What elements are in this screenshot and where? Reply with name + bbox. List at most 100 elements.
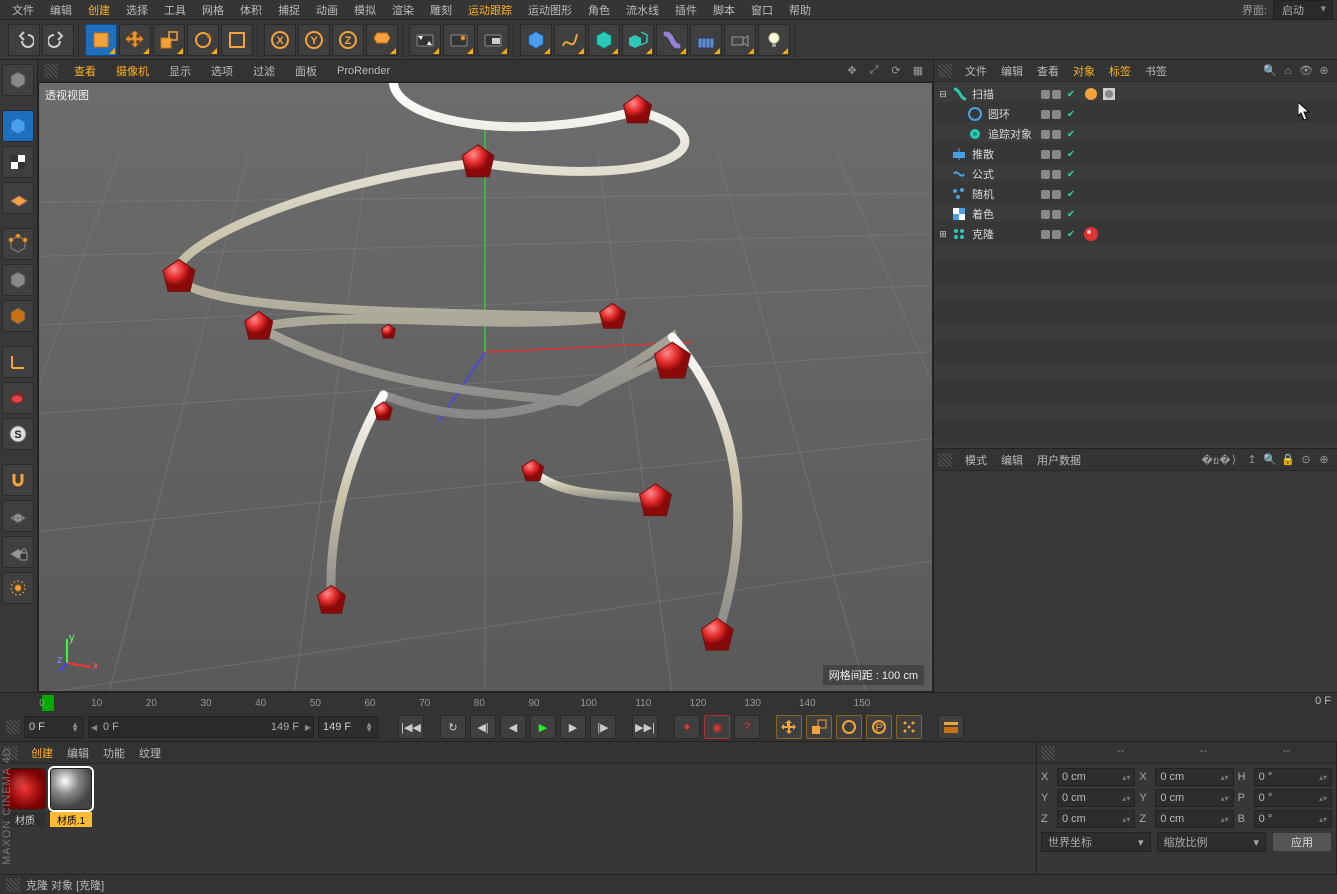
edge-mode[interactable] [2,264,34,296]
range-slider[interactable]: 0 F149 F [88,716,314,738]
tweak-mode[interactable] [2,382,34,414]
vp-nav-pan-icon[interactable]: ✥ [844,63,860,79]
soft-select[interactable] [2,572,34,604]
keyframe-help-button[interactable]: ? [734,715,760,739]
menu-file[interactable]: 文件 [4,2,42,18]
add-camera[interactable] [724,24,756,56]
vp-menu-panel[interactable]: 面板 [287,63,325,79]
sky-tag[interactable] [1101,86,1117,102]
prev-key-button[interactable]: ◀| [470,715,496,739]
visibility-dots[interactable] [1033,110,1065,119]
add-light[interactable] [758,24,790,56]
expand-icon[interactable]: ⊕ [1316,452,1332,468]
object-name[interactable]: 追踪对象 [986,126,1033,142]
menu-mtrack[interactable]: 运动跟踪 [460,2,520,18]
menu-tools[interactable]: 工具 [156,2,194,18]
menu-sim[interactable]: 模拟 [346,2,384,18]
rot-field[interactable]: 0 °▴▾ [1254,768,1332,786]
menu-window[interactable]: 窗口 [743,2,781,18]
play-button[interactable]: ▶ [530,715,556,739]
menu-render[interactable]: 渲染 [384,2,422,18]
om-menu-bookmarks[interactable]: 书签 [1138,63,1174,79]
enable-check-icon[interactable]: ✔ [1065,89,1077,100]
apply-button[interactable]: 应用 [1272,832,1332,852]
object-row[interactable]: 追踪对象 ✔ [934,124,1337,144]
size-field[interactable]: 0 cm▴▾ [1155,789,1233,807]
add-primitive[interactable] [520,24,552,56]
grip-icon[interactable] [1041,746,1055,760]
workplane-mode[interactable] [2,182,34,214]
nav-back-icon[interactable]: �ย� [1208,452,1224,468]
rotate-tool[interactable] [187,24,219,56]
axis-tool[interactable] [2,346,34,378]
material-swatch[interactable]: 材质.1 [50,768,92,871]
texture-mode[interactable] [2,146,34,178]
enable-check-icon[interactable]: ✔ [1065,209,1077,220]
search-icon[interactable]: 🔍 [1262,63,1278,79]
expand-toggle[interactable]: ⊟ [938,89,948,100]
render-pv[interactable] [443,24,475,56]
menu-snap[interactable]: 捕捉 [270,2,308,18]
vp-nav-zoom-icon[interactable]: ⤢ [866,63,882,79]
add-generator[interactable] [588,24,620,56]
enable-check-icon[interactable]: ✔ [1065,129,1077,140]
mat-menu-edit[interactable]: 编辑 [60,745,96,761]
visibility-dots[interactable] [1033,150,1065,159]
add-deformer[interactable] [656,24,688,56]
menu-edit[interactable]: 编辑 [42,2,80,18]
grip-icon[interactable] [938,453,952,467]
object-row[interactable]: ⊟ 扫描 ✔ [934,84,1337,104]
vp-menu-camera[interactable]: 摄像机 [108,63,157,79]
nav-up-icon[interactable]: ↥ [1244,452,1260,468]
vp-menu-filter[interactable]: 过滤 [245,63,283,79]
goto-end-button[interactable]: ▶▶| [632,715,658,739]
rot-field[interactable]: 0 °▴▾ [1254,810,1332,828]
object-name[interactable]: 扫描 [970,86,1033,102]
goto-start-button[interactable]: |◀◀ [398,715,424,739]
next-frame-button[interactable]: ▶ [560,715,586,739]
snap-toggle[interactable] [2,464,34,496]
enable-check-icon[interactable]: ✔ [1065,169,1077,180]
render-settings[interactable] [477,24,509,56]
scale-tool[interactable] [153,24,185,56]
vp-nav-layout-icon[interactable]: ▦ [910,63,926,79]
attr-menu-edit[interactable]: 编辑 [994,452,1030,468]
size-field[interactable]: 0 cm▴▾ [1155,810,1233,828]
om-menu-file[interactable]: 文件 [958,63,994,79]
coord-space-combo[interactable]: 世界坐标▾ [1041,832,1151,852]
visibility-dots[interactable] [1033,190,1065,199]
vp-menu-display[interactable]: 显示 [161,63,199,79]
vp-nav-orbit-icon[interactable]: ⟳ [888,63,904,79]
om-menu-view[interactable]: 查看 [1030,63,1066,79]
object-name[interactable]: 克隆 [970,226,1033,242]
new-icon[interactable]: ⊙ [1298,452,1314,468]
eye-icon[interactable]: 👁 [1298,63,1314,79]
recent-tool[interactable] [221,24,253,56]
current-frame-field[interactable]: 0 F▲▼ [24,716,84,738]
object-name[interactable]: 推散 [970,146,1033,162]
menu-pipeline[interactable]: 流水线 [618,2,667,18]
live-select-tool[interactable] [85,24,117,56]
object-row[interactable]: ⊞克隆✔ [934,224,1337,244]
model-mode[interactable] [2,110,34,142]
add-spline[interactable] [554,24,586,56]
object-row[interactable]: 公式 ✔ [934,164,1337,184]
viewport-solo[interactable]: S [2,418,34,450]
grip-icon[interactable] [938,64,952,78]
key-param-button[interactable]: P [866,715,892,739]
visibility-dots[interactable] [1033,230,1065,239]
coord-system[interactable] [366,24,398,56]
expand-icon[interactable]: ⊕ [1316,63,1332,79]
timeline-window-button[interactable] [938,715,964,739]
menu-char[interactable]: 角色 [580,2,618,18]
render-view[interactable] [409,24,441,56]
menu-sculpt[interactable]: 雕刻 [422,2,460,18]
enable-check-icon[interactable]: ✔ [1065,149,1077,160]
autokey-button[interactable]: ◉ [704,715,730,739]
coord-scale-combo[interactable]: 缩放比例▾ [1157,832,1267,852]
menu-help[interactable]: 帮助 [781,2,819,18]
object-name[interactable]: 公式 [970,166,1033,182]
mat-red-tag[interactable] [1083,226,1099,242]
object-name[interactable]: 着色 [970,206,1033,222]
search-icon[interactable]: 🔍 [1262,452,1278,468]
